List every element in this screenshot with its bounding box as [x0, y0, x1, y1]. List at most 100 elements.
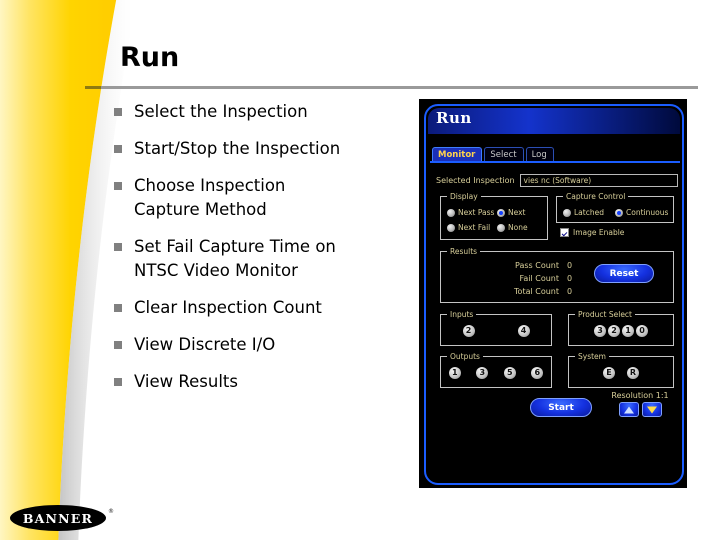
fail-count-label: Fail Count — [519, 274, 559, 283]
square-bullet-icon — [114, 145, 122, 153]
display-radio-grid: Next Pass Next Next Fail None — [447, 205, 547, 235]
radio-dot-icon — [563, 208, 571, 217]
list-item: Choose Inspection Capture Method — [114, 174, 414, 222]
title-divider-accent — [85, 86, 101, 89]
page-title: Run — [120, 42, 180, 73]
list-item-label: Start/Stop the Inspection — [134, 139, 341, 158]
list-item-label: Select the Inspection — [134, 102, 308, 121]
capture-control-group-title: Capture Control — [563, 192, 629, 201]
total-count-label: Total Count — [514, 287, 559, 296]
triangle-down-icon — [646, 406, 657, 413]
product-select-group: Product Select 3 2 1 0 — [568, 310, 674, 346]
radio-next-fail[interactable]: Next Fail — [447, 220, 497, 235]
system-indicator: R — [627, 367, 639, 379]
outputs-indicator-row: 1 3 5 6 — [441, 367, 551, 379]
radio-next-pass[interactable]: Next Pass — [447, 205, 497, 220]
resolution-label: Resolution 1:1 — [611, 391, 669, 400]
selected-inspection-row: Selected Inspection vies nc (Software) — [436, 174, 678, 187]
capture-control-group: Capture Control Latched Continuous — [556, 192, 674, 223]
system-indicator: E — [603, 367, 615, 379]
resolution-cluster: Resolution 1:1 — [602, 391, 678, 417]
input-indicator: 2 — [462, 325, 475, 337]
fail-count-value: 0 — [567, 274, 573, 283]
results-row-total: Total Count 0 — [493, 285, 603, 298]
list-item: View Results — [114, 370, 414, 394]
radio-none[interactable]: None — [497, 220, 547, 235]
tab-log[interactable]: Log — [525, 147, 554, 162]
radio-dot-icon — [447, 223, 455, 232]
product-indicator: 1 — [622, 325, 634, 337]
app-window-title: Run — [436, 109, 472, 127]
radio-dot-icon — [497, 208, 505, 217]
radio-next[interactable]: Next — [497, 205, 547, 220]
square-bullet-icon — [114, 304, 122, 312]
list-item-label: View Results — [134, 372, 238, 391]
outputs-group: Outputs 1 3 5 6 — [440, 352, 552, 388]
output-indicator: 5 — [503, 367, 516, 379]
radio-continuous[interactable]: Continuous — [615, 205, 671, 220]
results-rows: Pass Count 0 Fail Count 0 Total Count 0 — [493, 259, 603, 298]
radio-latched[interactable]: Latched — [563, 205, 615, 220]
resolution-arrow-row — [602, 402, 678, 417]
outputs-group-title: Outputs — [447, 352, 483, 361]
radio-dot-icon — [615, 208, 623, 217]
decorative-swoosh — [0, 0, 130, 540]
list-item: View Discrete I/O — [114, 333, 414, 357]
reset-button[interactable]: Reset — [594, 264, 654, 283]
radio-label: Latched — [574, 208, 604, 217]
display-group-title: Display — [447, 192, 481, 201]
image-enable-label: Image Enable — [573, 228, 625, 237]
list-item-label: Clear Inspection Count — [134, 298, 322, 317]
results-group-title: Results — [447, 247, 481, 256]
capture-radio-row: Latched Continuous — [563, 205, 671, 220]
list-item: Start/Stop the Inspection — [114, 137, 414, 161]
list-item-label: Choose Inspection Capture Method — [134, 176, 286, 219]
start-button[interactable]: Start — [530, 398, 592, 417]
results-row-pass: Pass Count 0 — [493, 259, 603, 272]
list-item: Clear Inspection Count — [114, 296, 414, 320]
slide-canvas: Run Select the Inspection Start/Stop the… — [0, 0, 720, 540]
list-item-label: View Discrete I/O — [134, 335, 276, 354]
run-application-screenshot: Run Monitor Select Log Selected Inspecti… — [419, 99, 687, 488]
square-bullet-icon — [114, 182, 122, 190]
radio-label: None — [508, 223, 528, 232]
system-indicator-row: E R — [569, 367, 673, 379]
title-divider — [85, 86, 698, 89]
resolution-down-button[interactable] — [641, 402, 662, 417]
radio-label: Next — [508, 208, 526, 217]
radio-dot-icon — [447, 208, 455, 217]
tab-bar: Monitor Select Log — [432, 146, 556, 162]
radio-label: Next Fail — [458, 223, 491, 232]
bullet-list: Select the Inspection Start/Stop the Ins… — [114, 100, 414, 407]
pass-count-value: 0 — [567, 261, 573, 270]
output-indicator: 1 — [448, 367, 461, 379]
radio-label: Next Pass — [458, 208, 495, 217]
tab-underline — [430, 161, 680, 163]
square-bullet-icon — [114, 341, 122, 349]
product-indicator: 3 — [594, 325, 606, 337]
tab-select[interactable]: Select — [484, 147, 524, 162]
system-group: System E R — [568, 352, 674, 388]
list-item-label: Set Fail Capture Time on NTSC Video Moni… — [134, 237, 336, 280]
square-bullet-icon — [114, 108, 122, 116]
total-count-value: 0 — [567, 287, 573, 296]
list-item: Set Fail Capture Time on NTSC Video Moni… — [114, 235, 414, 283]
triangle-up-icon — [623, 406, 634, 413]
checkbox-checked-icon — [560, 228, 569, 237]
input-indicator: 4 — [517, 325, 530, 337]
inputs-group: Inputs 2 4 — [440, 310, 552, 346]
tab-monitor[interactable]: Monitor — [432, 147, 483, 162]
inputs-group-title: Inputs — [447, 310, 477, 319]
selected-inspection-field[interactable]: vies nc (Software) — [519, 174, 678, 187]
square-bullet-icon — [114, 378, 122, 386]
banner-logo-text: BANNER — [22, 510, 94, 526]
radio-dot-icon — [497, 223, 505, 232]
image-enable-checkbox[interactable]: Image Enable — [560, 228, 624, 237]
swoosh-shape — [0, 0, 130, 540]
product-indicator: 0 — [636, 325, 648, 337]
resolution-up-button[interactable] — [618, 402, 639, 417]
app-window-frame: Run Monitor Select Log Selected Inspecti… — [424, 104, 684, 485]
system-group-title: System — [575, 352, 609, 361]
square-bullet-icon — [114, 243, 122, 251]
list-item: Select the Inspection — [114, 100, 414, 124]
